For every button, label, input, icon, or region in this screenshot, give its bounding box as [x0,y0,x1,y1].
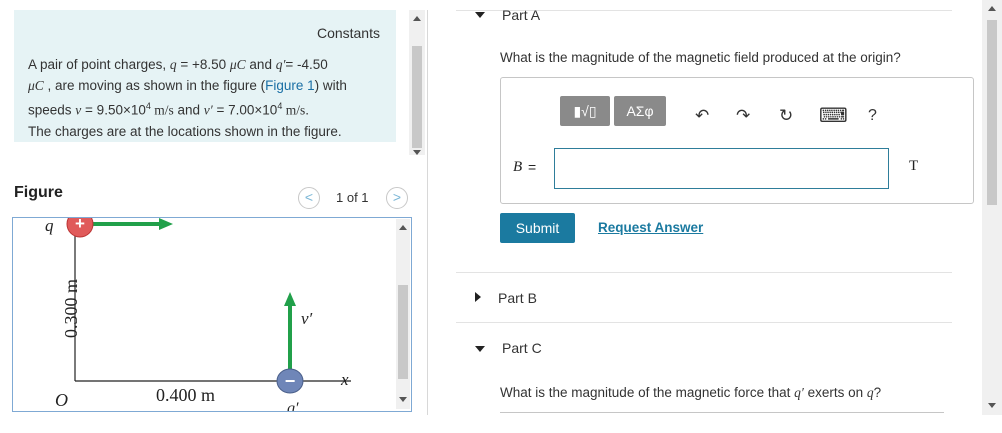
page-scroll-up[interactable] [988,6,996,11]
page-scrollbar[interactable] [982,0,1002,415]
figure-scrollbar[interactable] [396,219,410,409]
plus-sign: + [75,218,85,233]
pager-next-button[interactable]: > [386,187,408,209]
problem-scrollbar[interactable] [409,10,425,155]
vprime-label: v′ [301,309,313,328]
answer-box: ▮√▯ ΑΣφ ↶ ↷ ↻ ⌨ ? B = T [500,77,974,204]
B-label: B [513,159,523,175]
page-scroll-thumb[interactable] [987,20,997,205]
partB-expand-icon[interactable] [475,292,481,302]
velocity-arrowhead-q [159,218,173,230]
charges-diagram: + − q v′ x 0.300 m 0.400 m O q′ [45,218,351,411]
page-scroll-down[interactable] [988,403,996,408]
submit-button[interactable]: Submit [500,213,575,243]
q-label: q [45,218,54,235]
symbols-button[interactable]: ΑΣφ [614,96,666,126]
help-icon[interactable]: ? [868,107,877,125]
x-axis-label: x [340,370,349,389]
undo-icon[interactable]: ↶ [695,107,709,125]
x-dimension-label: 0.400 m [156,385,215,405]
figure-scroll-down[interactable] [399,397,407,402]
partC-answer-box-edge [500,412,944,413]
partC-question: What is the magnitude of the magnetic fo… [500,385,882,400]
request-answer-link[interactable]: Request Answer [598,220,703,235]
figure-pager: < 1 of 1 > [298,187,410,211]
equals-sign: = [528,159,537,175]
origin-label: O [55,390,68,410]
B-answer-input[interactable] [554,148,889,189]
scroll-down-arrow[interactable] [413,150,421,155]
pager-prev-button[interactable]: < [298,187,320,209]
partA-collapse-icon[interactable] [475,12,485,18]
partC-collapse-icon[interactable] [475,346,485,352]
panel-splitter[interactable] [427,10,428,415]
minus-sign: − [285,371,296,391]
velocity-arrowhead-qprime [284,292,296,306]
problem-text: A pair of point charges, q = +8.50 μC an… [28,57,347,139]
templates-button[interactable]: ▮√▯ [560,96,610,126]
figure-heading: Figure [14,184,63,201]
partA-question: What is the magnitude of the magnetic fi… [500,50,901,65]
figure-frame: + − q v′ x 0.300 m 0.400 m O q′ [12,217,412,412]
y-dimension-label: 0.300 m [61,279,81,338]
qprime-label: q′ [287,400,299,411]
problem-statement-box: Constants A pair of point charges, q = +… [14,10,396,142]
partB-divider [456,322,952,323]
reset-icon[interactable]: ↻ [779,107,793,125]
constants-link[interactable]: Constants [317,25,380,41]
scroll-thumb[interactable] [412,46,422,148]
partA-divider [456,272,952,273]
partC-label[interactable]: Part C [502,340,542,356]
redo-icon[interactable]: ↷ [736,107,750,125]
figure-scroll-thumb[interactable] [398,285,408,379]
pager-text: 1 of 1 [336,190,369,205]
figure-link[interactable]: Figure 1 [265,78,315,93]
partA-label[interactable]: Part A [502,7,540,23]
figure-scroll-up[interactable] [399,225,407,230]
partB-label[interactable]: Part B [498,290,537,306]
scroll-up-arrow[interactable] [413,16,421,21]
keyboard-icon[interactable]: ⌨ [819,106,848,126]
unit-label: T [909,158,919,174]
